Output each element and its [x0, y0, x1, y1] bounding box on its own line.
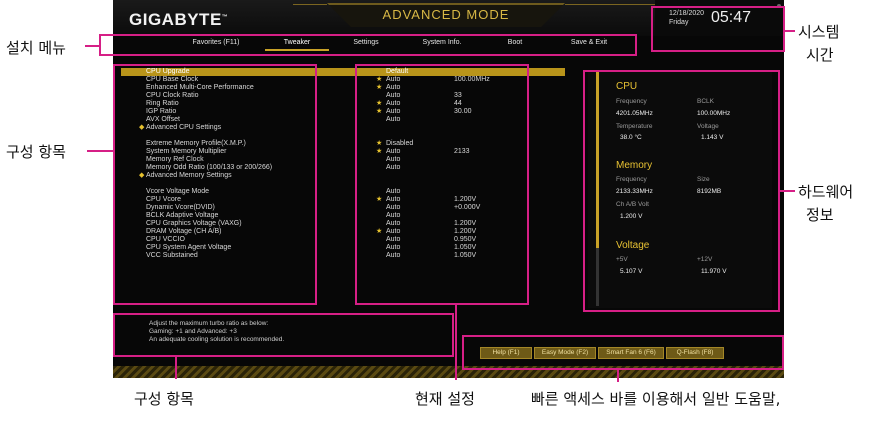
callout-line [85, 45, 100, 47]
config-items-box [113, 64, 317, 305]
label-hw-info-1: 하드웨어 [798, 183, 854, 201]
current-settings-box [355, 64, 529, 305]
callout-line [175, 357, 177, 379]
label-quick-access: 빠른 액세스 바를 이용해서 일반 도움말, [531, 390, 781, 408]
hardware-info-box [583, 70, 780, 312]
setup-menu-box [99, 34, 637, 56]
label-hw-info-2: 정보 [806, 206, 834, 224]
system-time-box [651, 6, 785, 52]
help-text-box [113, 313, 454, 357]
label-system-time-2: 시간 [806, 46, 834, 64]
callout-line [455, 305, 457, 380]
callout-line [617, 370, 619, 382]
decor-line [293, 4, 327, 5]
quick-access-box [462, 335, 784, 370]
callout-line [785, 30, 795, 32]
decor-line [565, 4, 655, 5]
label-system-time-1: 시스템 [798, 23, 840, 41]
gigabyte-logo: GIGABYTE™ [129, 10, 229, 29]
label-config-items: 구성 항목 [6, 143, 66, 161]
advanced-mode-banner: ADVANCED MODE [327, 3, 565, 27]
label-config-items-bottom: 구성 항목 [134, 390, 194, 408]
callout-line [780, 190, 795, 192]
label-current-settings: 현재 설정 [415, 390, 475, 408]
callout-line [87, 150, 114, 152]
label-setup-menu: 설치 메뉴 [6, 39, 66, 57]
